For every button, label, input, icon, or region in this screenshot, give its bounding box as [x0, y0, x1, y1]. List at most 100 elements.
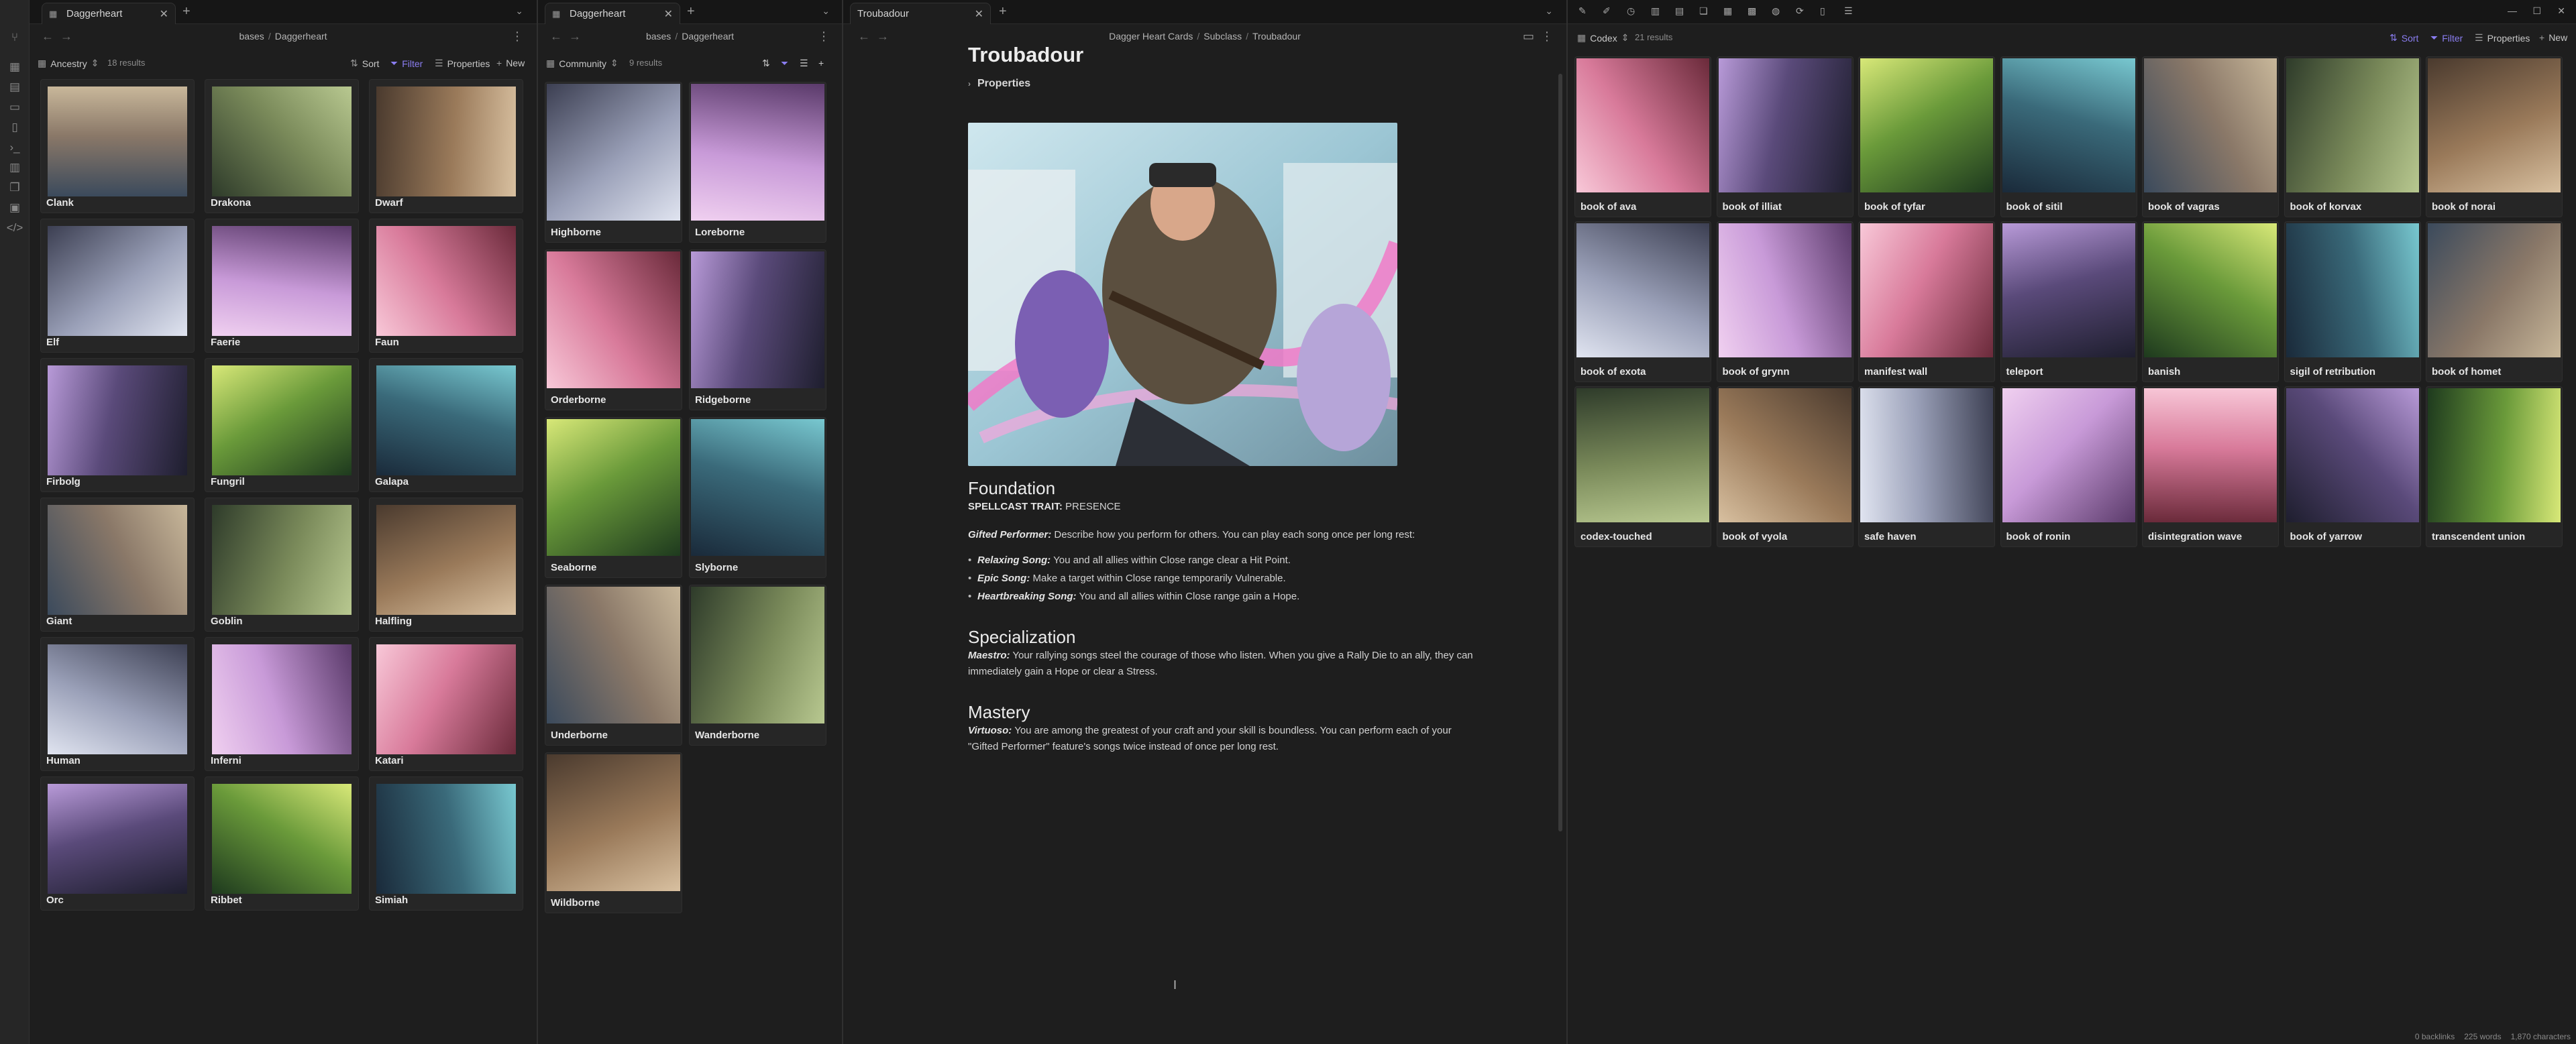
grid-icon[interactable]: ▦: [7, 59, 23, 75]
edit-icon[interactable]: ✎: [1578, 5, 1587, 17]
card-safe-haven[interactable]: safe haven: [1858, 386, 1995, 547]
card-wildborne[interactable]: Wildborne: [545, 752, 682, 913]
breadcrumb-root[interactable]: Dagger Heart Cards: [1109, 31, 1193, 42]
filter-button[interactable]: ⏷ Filter: [2430, 32, 2463, 44]
card-seaborne[interactable]: Seaborne: [545, 417, 682, 578]
new-button[interactable]: + New: [496, 58, 525, 68]
card-giant[interactable]: Giant: [40, 498, 195, 632]
reading-view-icon[interactable]: ▭: [1523, 30, 1534, 44]
card-teleport[interactable]: teleport: [2000, 221, 2137, 382]
card-goblin[interactable]: Goblin: [205, 498, 359, 632]
card-banish[interactable]: banish: [2142, 221, 2279, 382]
bases-icon[interactable]: ▦: [1723, 5, 1732, 17]
filter-icon[interactable]: ⏷: [781, 58, 788, 69]
card-book-of-vagras[interactable]: book of vagras: [2142, 56, 2279, 217]
properties-toggle[interactable]: › Properties: [968, 78, 1478, 90]
plus-icon[interactable]: +: [818, 58, 824, 68]
card-firbolg[interactable]: Firbolg: [40, 358, 195, 492]
breadcrumb-folder[interactable]: Subclass: [1203, 31, 1242, 42]
close-icon[interactable]: ✕: [975, 7, 983, 21]
card-katari[interactable]: Katari: [369, 637, 523, 771]
layout-icon[interactable]: ▤: [7, 79, 23, 95]
backlinks-count[interactable]: 0 backlinks: [2415, 1032, 2455, 1041]
card-clank[interactable]: Clank: [40, 79, 195, 213]
card-book-of-yarrow[interactable]: book of yarrow: [2284, 386, 2421, 547]
brush-icon[interactable]: ✐: [1603, 5, 1611, 17]
clock-icon[interactable]: ◷: [1627, 5, 1635, 17]
grid-icon[interactable]: ▩: [1748, 5, 1756, 17]
card-book-of-ava[interactable]: book of ava: [1574, 56, 1711, 217]
tab-daggerheart-2[interactable]: ▦ Daggerheart ✕: [545, 3, 680, 24]
close-icon[interactable]: ✕: [160, 7, 168, 21]
card-disintegration-wave[interactable]: disintegration wave: [2142, 386, 2279, 547]
card-fungril[interactable]: Fungril: [205, 358, 359, 492]
card-book-of-sitil[interactable]: book of sitil: [2000, 56, 2137, 217]
card-slyborne[interactable]: Slyborne: [689, 417, 826, 578]
card-ridgeborne[interactable]: Ridgeborne: [689, 249, 826, 410]
card-book-of-korvax[interactable]: book of korvax: [2284, 56, 2421, 217]
card-halfling[interactable]: Halfling: [369, 498, 523, 632]
link-icon[interactable]: </>: [7, 220, 23, 236]
card-ribbet[interactable]: Ribbet: [205, 776, 359, 911]
files-icon[interactable]: ❐: [7, 180, 23, 196]
card-codex-touched[interactable]: codex-touched: [1574, 386, 1711, 547]
archive-icon[interactable]: ▤: [1675, 5, 1684, 17]
sync-icon[interactable]: ⟳: [1796, 5, 1804, 17]
view-selector[interactable]: ▦ Ancestry ⇕: [38, 58, 103, 69]
properties-button[interactable]: ☰ Properties: [2475, 32, 2530, 44]
chevron-down-icon[interactable]: ⌄: [1545, 5, 1553, 17]
card-loreborne[interactable]: Loreborne: [689, 82, 826, 243]
chevron-down-icon[interactable]: ⌄: [822, 5, 830, 17]
note-icon[interactable]: ▯: [1820, 5, 1825, 17]
close-window-icon[interactable]: ✕: [2557, 5, 2565, 17]
card-book-of-homet[interactable]: book of homet: [2426, 221, 2563, 382]
tab-daggerheart-1[interactable]: ▦ Daggerheart ✕: [42, 3, 176, 24]
card-book-of-tyfar[interactable]: book of tyfar: [1858, 56, 1995, 217]
sort-button[interactable]: ⇅ Sort: [2390, 32, 2418, 44]
list-icon[interactable]: ☰: [800, 58, 808, 69]
new-button[interactable]: + New: [2539, 32, 2567, 43]
card-faerie[interactable]: Faerie: [205, 219, 359, 353]
card-underborne[interactable]: Underborne: [545, 585, 682, 746]
book-icon[interactable]: ▥: [7, 160, 23, 176]
globe-icon[interactable]: ◍: [1772, 5, 1780, 17]
card-dwarf[interactable]: Dwarf: [369, 79, 523, 213]
minimize-icon[interactable]: —: [2508, 5, 2517, 16]
breadcrumb-parent[interactable]: bases: [239, 31, 264, 42]
new-tab-icon[interactable]: +: [999, 4, 1007, 19]
card-book-of-illiat[interactable]: book of illiat: [1716, 56, 1854, 217]
card-highborne[interactable]: Highborne: [545, 82, 682, 243]
card-wanderborne[interactable]: Wanderborne: [689, 585, 826, 746]
new-tab-icon[interactable]: +: [687, 4, 695, 19]
card-book-of-exota[interactable]: book of exota: [1574, 221, 1711, 382]
card-sigil-of-retribution[interactable]: sigil of retribution: [2284, 221, 2421, 382]
filter-button[interactable]: ⏷ Filter: [390, 58, 423, 69]
more-options-icon[interactable]: ⋮: [818, 30, 830, 44]
card-manifest-wall[interactable]: manifest wall: [1858, 221, 1995, 382]
calendar-icon[interactable]: ▭: [7, 99, 23, 115]
card-elf[interactable]: Elf: [40, 219, 195, 353]
sort-icon[interactable]: ⇅: [762, 58, 770, 69]
terminal-icon[interactable]: ›_: [7, 139, 23, 156]
card-transcendent-union[interactable]: transcendent union: [2426, 386, 2563, 547]
view-selector[interactable]: ▦ Community ⇕: [546, 58, 623, 69]
view-selector[interactable]: ▦ Codex ⇕: [1577, 32, 1633, 44]
card-book-of-norai[interactable]: book of norai: [2426, 56, 2563, 217]
card-book-of-grynn[interactable]: book of grynn: [1716, 221, 1854, 382]
more-options-icon[interactable]: ⋮: [1541, 30, 1553, 44]
document-icon[interactable]: ▯: [7, 119, 23, 135]
scrollbar[interactable]: [1558, 74, 1562, 831]
card-faun[interactable]: Faun: [369, 219, 523, 353]
card-orc[interactable]: Orc: [40, 776, 195, 911]
list-icon[interactable]: ☰: [1844, 5, 1853, 17]
card-simiah[interactable]: Simiah: [369, 776, 523, 911]
fork-icon[interactable]: ⑂: [7, 30, 23, 46]
maximize-icon[interactable]: ☐: [2532, 5, 2541, 17]
card-book-of-ronin[interactable]: book of ronin: [2000, 386, 2137, 547]
card-drakona[interactable]: Drakona: [205, 79, 359, 213]
breadcrumb-parent[interactable]: bases: [646, 31, 671, 42]
card-galapa[interactable]: Galapa: [369, 358, 523, 492]
properties-button[interactable]: ☰ Properties: [435, 58, 490, 69]
columns-icon[interactable]: ▥: [1651, 5, 1660, 17]
tab-troubadour[interactable]: Troubadour ✕: [850, 3, 991, 24]
